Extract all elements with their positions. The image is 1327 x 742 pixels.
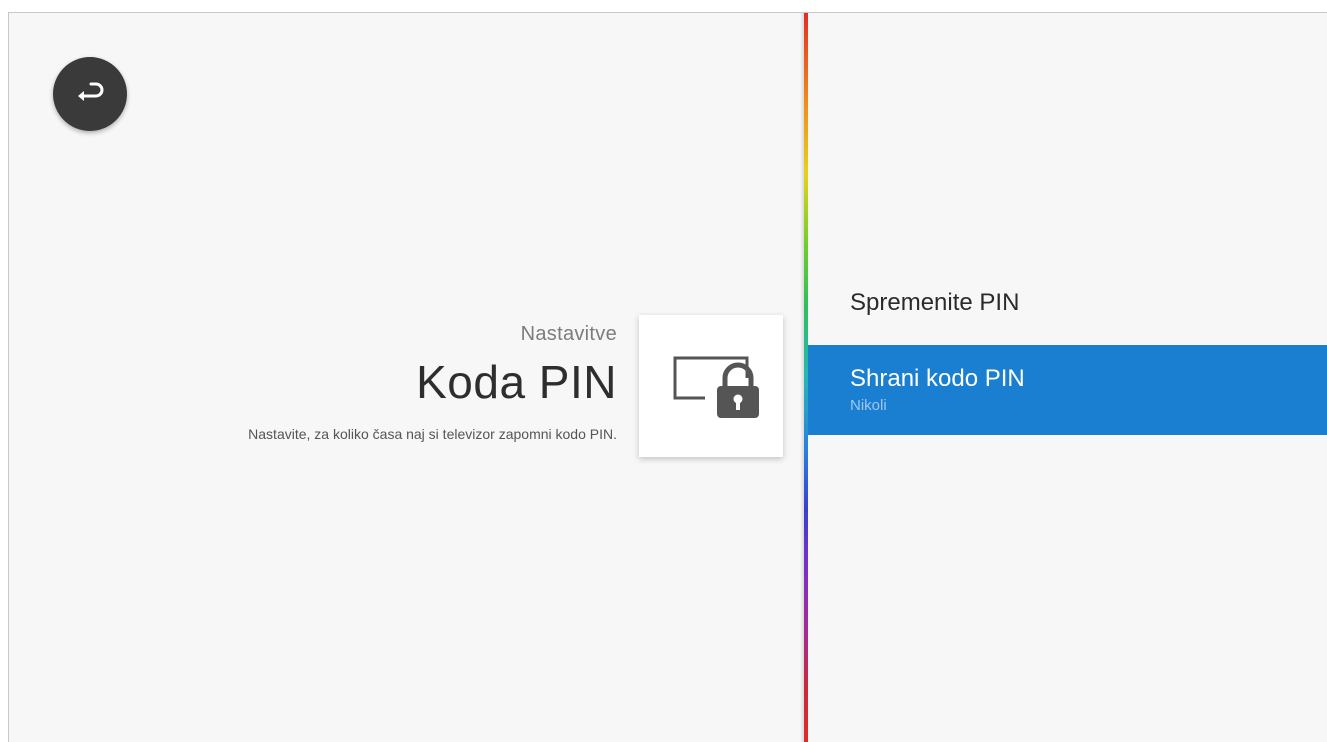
- breadcrumb: Nastavitve: [520, 323, 617, 345]
- options-list: Spremenite PIN Shrani kodo PIN Nikoli: [808, 261, 1327, 435]
- tv-lock-icon: [661, 348, 761, 425]
- settings-screen: Nastavitve Koda PIN Nastavite, za koliko…: [8, 12, 1327, 742]
- menu-item-label: Shrani kodo PIN: [850, 365, 1025, 392]
- info-pane: Nastavitve Koda PIN Nastavite, za koliko…: [9, 13, 805, 742]
- page-description: Nastavite, za koliko časa naj si televiz…: [248, 426, 617, 442]
- menu-item-save-pin[interactable]: Shrani kodo PIN Nikoli: [808, 345, 1327, 435]
- back-button[interactable]: [53, 57, 127, 131]
- page-title: Koda PIN: [416, 356, 617, 408]
- menu-item-label: Spremenite PIN: [850, 289, 1020, 316]
- header-text: Nastavitve Koda PIN Nastavite, za koliko…: [57, 321, 617, 443]
- menu-item-value: Nikoli: [850, 397, 887, 414]
- icon-card: [639, 315, 783, 457]
- back-arrow-icon: [70, 74, 110, 114]
- menu-item-change-pin[interactable]: Spremenite PIN: [808, 261, 1327, 345]
- options-pane: Spremenite PIN Shrani kodo PIN Nikoli: [808, 13, 1327, 742]
